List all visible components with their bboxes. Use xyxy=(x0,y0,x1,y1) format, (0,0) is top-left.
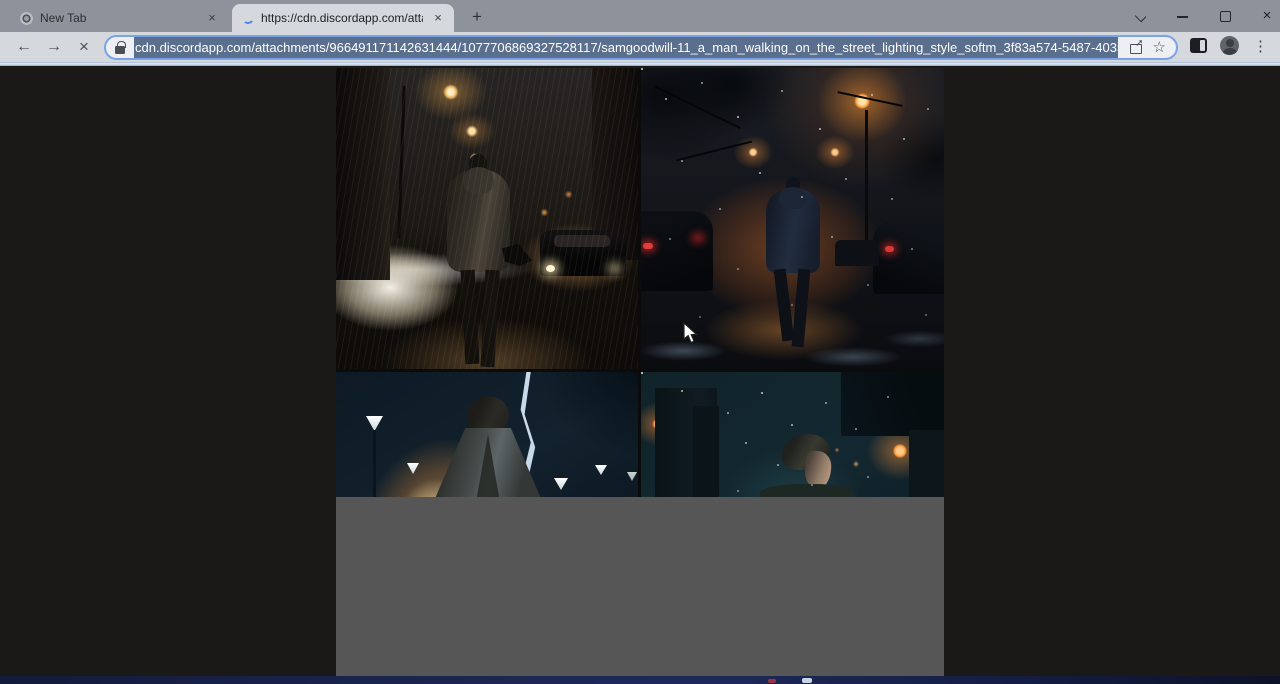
side-panel-icon[interactable] xyxy=(1190,38,1207,53)
building-silhouette xyxy=(909,430,944,497)
man-leg xyxy=(461,270,480,365)
car-silhouette xyxy=(835,240,879,266)
man-leg xyxy=(792,269,811,348)
building-silhouette xyxy=(693,406,719,497)
car-silhouette xyxy=(873,222,944,294)
taskbar-app-icon xyxy=(802,678,812,683)
browser-toolbar: ← → × cdn.discordapp.com/attachments/966… xyxy=(0,32,1280,62)
street-lamp xyxy=(366,416,383,431)
tab-close-icon[interactable]: × xyxy=(204,10,220,26)
generated-image-bottom-left xyxy=(336,372,638,497)
tab-title: https://cdn.discordapp.com/atta xyxy=(261,11,423,25)
street-lamp xyxy=(407,463,419,474)
profile-avatar[interactable] xyxy=(1220,36,1239,55)
forward-button[interactable]: → xyxy=(42,35,66,59)
browser-menu-icon[interactable]: ⋮ xyxy=(1253,35,1268,59)
window-controls: × xyxy=(1134,0,1274,32)
new-tab-button[interactable]: + xyxy=(466,7,488,29)
taskbar-app-icon xyxy=(768,679,776,683)
bookmark-star-icon[interactable]: ☆ xyxy=(1153,41,1166,55)
car-silhouette xyxy=(641,211,713,291)
night-rain-scene xyxy=(336,68,638,369)
mouse-cursor xyxy=(683,322,701,346)
tab-strip: New Tab × https://cdn.discordapp.com/att… xyxy=(0,0,1280,32)
tree-branch xyxy=(838,91,903,107)
man-hoodie xyxy=(766,189,820,273)
street-lamp xyxy=(554,478,568,490)
man-leg xyxy=(774,269,795,342)
building-silhouette xyxy=(592,68,638,260)
street-lamp xyxy=(627,472,637,481)
snow-particles xyxy=(641,372,643,374)
car-silhouette xyxy=(540,230,626,276)
man-jacket xyxy=(447,170,510,272)
attachment-image[interactable] xyxy=(336,68,944,676)
minimize-button[interactable] xyxy=(1176,9,1190,23)
street-lamp xyxy=(595,465,607,475)
carried-object xyxy=(502,244,532,266)
chrome-favicon-icon xyxy=(20,12,33,25)
loading-spinner-icon xyxy=(241,11,255,25)
man-leg xyxy=(480,270,499,368)
building-silhouette xyxy=(336,68,390,280)
url-text-selected[interactable]: cdn.discordapp.com/attachments/966491171… xyxy=(134,37,1118,58)
generated-image-top-left xyxy=(336,68,638,369)
chevron-down-icon[interactable] xyxy=(1134,9,1148,23)
profile-face-scene xyxy=(641,372,944,497)
tab-close-icon[interactable]: × xyxy=(430,10,446,26)
tree-branch xyxy=(653,85,740,129)
tab-title: New Tab xyxy=(40,11,197,25)
man-jacket xyxy=(760,484,854,497)
address-bar[interactable]: cdn.discordapp.com/attachments/966491171… xyxy=(104,35,1178,60)
page-content xyxy=(0,66,1280,676)
tab-discord-cdn[interactable]: https://cdn.discordapp.com/atta × xyxy=(232,4,454,32)
building-silhouette xyxy=(841,372,944,436)
windows-taskbar-edge[interactable] xyxy=(0,676,1280,684)
stop-loading-button[interactable]: × xyxy=(72,35,96,59)
lamp-post xyxy=(397,86,405,238)
man-head xyxy=(469,154,487,174)
restore-button[interactable] xyxy=(1218,9,1232,23)
share-icon[interactable] xyxy=(1130,42,1143,54)
lamp-post xyxy=(865,110,868,250)
back-button[interactable]: ← xyxy=(12,35,36,59)
generated-image-bottom-right xyxy=(641,372,944,497)
image-loading-placeholder xyxy=(336,497,944,676)
lightning-hood-scene xyxy=(336,372,638,497)
grid-seam xyxy=(638,68,641,497)
close-window-button[interactable]: × xyxy=(1260,9,1274,23)
lock-icon xyxy=(115,46,125,54)
tab-new-tab[interactable]: New Tab × xyxy=(10,4,228,32)
lamp-post xyxy=(373,430,376,497)
snow-particles xyxy=(641,68,643,70)
tree-branch xyxy=(676,141,752,162)
